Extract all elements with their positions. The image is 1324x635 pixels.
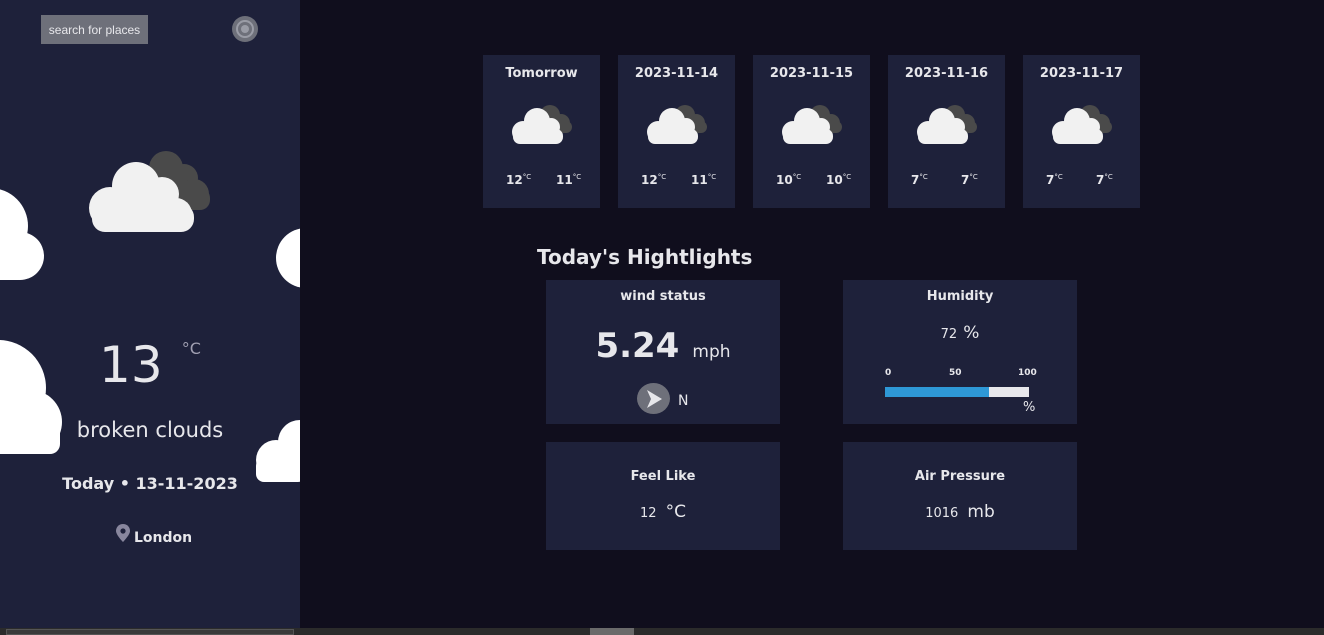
background-cloud-icon — [276, 228, 300, 288]
humidity-scale-mid: 50 — [949, 368, 962, 378]
current-date: Today • 13-11-2023 — [62, 474, 238, 493]
air-pressure-value-row: 1016 mb — [843, 502, 1077, 522]
feel-like-unit: °C — [665, 502, 686, 522]
weather-description: broken clouds — [76, 418, 224, 442]
humidity-progress-fill — [885, 387, 989, 397]
humidity-scale-max: 100 — [1018, 368, 1037, 378]
broken-clouds-icon — [915, 103, 979, 149]
forecast-low: 7°C — [961, 173, 978, 187]
humidity-card: Humidity 72 % 0 50 100 % — [843, 280, 1077, 424]
forecast-card: 2023-11-16 7°C 7°C — [888, 55, 1005, 208]
wind-status-label: wind status — [620, 289, 706, 304]
forecast-day: Tomorrow — [505, 66, 578, 81]
sidebar: search for places 13 °C broken clouds To… — [0, 0, 300, 628]
gps-icon — [236, 20, 254, 38]
forecast-day: 2023-11-16 — [904, 66, 989, 81]
forecast-low: 10°C — [826, 173, 852, 187]
taskbar — [0, 628, 1324, 635]
location-pin-icon — [116, 524, 130, 542]
feel-like-value: 12 — [639, 506, 657, 521]
air-pressure-value: 1016 — [925, 506, 959, 521]
forecast-high: 12°C — [641, 173, 667, 187]
feel-like-value-row: 12 °C — [546, 502, 780, 522]
forecast-card: 2023-11-14 12°C 11°C — [618, 55, 735, 208]
forecast-low: 7°C — [1096, 173, 1113, 187]
air-pressure-unit: mb — [967, 502, 995, 522]
humidity-unit: % — [963, 323, 980, 343]
air-pressure-card: Air Pressure 1016 mb — [843, 442, 1077, 550]
humidity-value: 72 — [940, 327, 958, 342]
location: London — [116, 524, 192, 546]
taskbar-window-strip[interactable] — [6, 629, 294, 635]
wind-status-card: wind status 5.24 mph N — [546, 280, 780, 424]
forecast-low: 11°C — [691, 173, 717, 187]
broken-clouds-icon — [645, 103, 709, 149]
humidity-label: Humidity — [926, 289, 994, 304]
forecast-day: 2023-11-17 — [1039, 66, 1124, 81]
location-name: London — [134, 530, 193, 546]
forecast-card: 2023-11-17 7°C 7°C — [1023, 55, 1140, 208]
forecast-high: 10°C — [776, 173, 802, 187]
humidity-bar-unit: % — [1023, 400, 1036, 415]
forecast-day: 2023-11-14 — [634, 66, 719, 81]
temperature-unit: °C — [181, 339, 201, 358]
feel-like-card: Feel Like 12 °C — [546, 442, 780, 550]
search-places-button[interactable]: search for places — [41, 15, 148, 44]
forecast-high: 7°C — [911, 173, 928, 187]
forecast-low: 11°C — [556, 173, 582, 187]
humidity-scale-min: 0 — [885, 368, 892, 378]
gps-locate-button[interactable] — [232, 16, 258, 42]
wind-speed-unit: mph — [692, 342, 731, 362]
wind-speed: 5.24 mph — [546, 326, 780, 366]
feel-like-label: Feel Like — [630, 469, 696, 484]
broken-clouds-icon — [89, 151, 210, 232]
forecast-card: 2023-11-15 10°C 10°C — [753, 55, 870, 208]
forecast-high: 7°C — [1046, 173, 1063, 187]
wind-direction-label: N — [678, 392, 689, 409]
wind-speed-value: 5.24 — [595, 326, 680, 366]
taskbar-scroll-thumb[interactable] — [590, 628, 634, 635]
air-pressure-label: Air Pressure — [914, 469, 1006, 484]
broken-clouds-icon — [780, 103, 844, 149]
wind-direction: N — [637, 383, 688, 414]
broken-clouds-icon — [1050, 103, 1114, 149]
humidity-progress-bar — [885, 387, 1029, 397]
forecast-card: Tomorrow 12°C 11°C — [483, 55, 600, 208]
forecast-high: 12°C — [506, 173, 532, 187]
forecast-day: 2023-11-15 — [769, 66, 854, 81]
current-temperature: 13 °C — [0, 336, 300, 394]
navigation-arrow-icon — [637, 383, 670, 414]
broken-clouds-icon — [510, 103, 574, 149]
background-cloud-icon — [0, 189, 44, 280]
humidity-value-row: 72 % — [843, 323, 1077, 343]
temperature-value: 13 — [99, 336, 163, 394]
highlights-title: Today's Hightlights — [537, 245, 753, 269]
